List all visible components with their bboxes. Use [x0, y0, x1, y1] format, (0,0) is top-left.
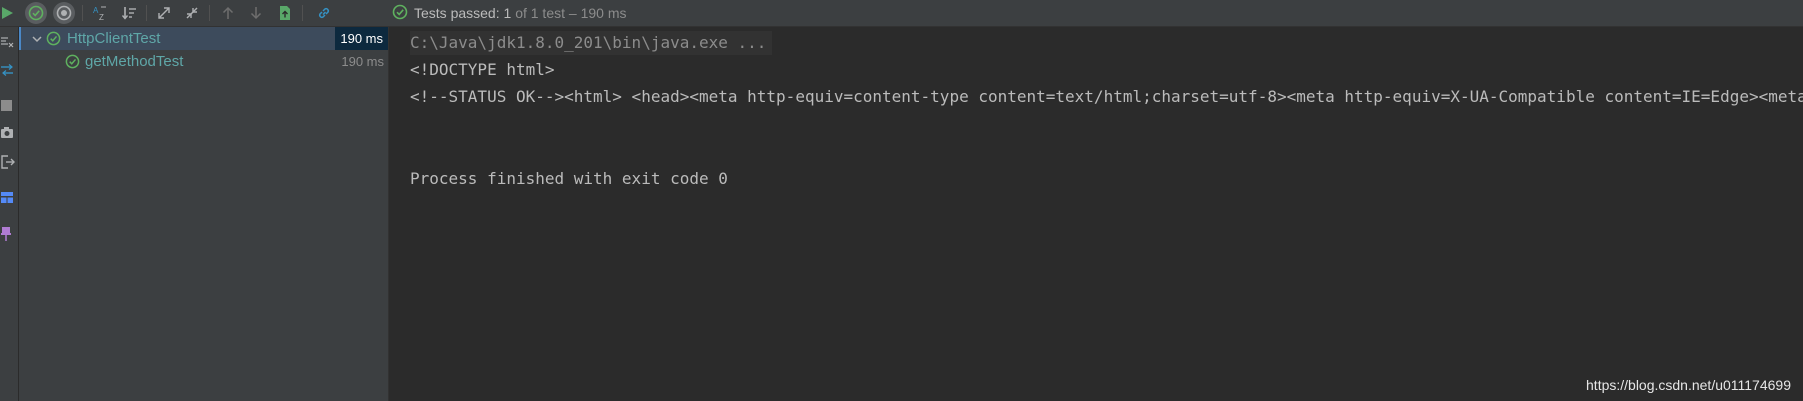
pin-icon[interactable] [0, 226, 16, 242]
show-ignored-icon[interactable] [53, 2, 75, 24]
camera-icon[interactable] [0, 125, 16, 141]
link-icon[interactable] [313, 2, 335, 24]
tree-row-root[interactable]: HttpClientTest 190 ms [19, 27, 388, 50]
toolbar-separator [146, 5, 147, 21]
status-label: Tests passed: [414, 5, 500, 21]
passed-check-icon [392, 4, 408, 23]
test-results-tree: HttpClientTest 190 ms getMethodTest 190 … [19, 27, 389, 401]
console-line: <!DOCTYPE html> [410, 60, 555, 79]
console-line: <!--STATUS OK--><html> <head><meta http-… [410, 87, 1803, 106]
toolbar-separator [82, 5, 83, 21]
toolbar-separator [302, 5, 303, 21]
rerun-icon[interactable] [0, 2, 18, 24]
passed-check-icon [46, 31, 61, 46]
export-results-icon[interactable] [274, 2, 296, 24]
tree-row-child[interactable]: getMethodTest 190 ms [19, 50, 388, 73]
expand-all-icon[interactable] [153, 2, 175, 24]
console-exit-line: Process finished with exit code 0 [410, 169, 728, 188]
test-runner-toolbar: AZ Tests passed: 1 of 1 test – 190 ms [0, 0, 1803, 27]
format-icon[interactable] [0, 34, 16, 50]
console-output[interactable]: C:\Java\jdk1.8.0_201\bin\java.exe ... <!… [390, 27, 1803, 401]
previous-test-icon[interactable] [217, 2, 239, 24]
layout-icon[interactable] [0, 190, 16, 206]
console-command-line[interactable]: C:\Java\jdk1.8.0_201\bin\java.exe ... [410, 31, 773, 55]
show-passed-icon[interactable] [25, 2, 47, 24]
selection-marker [19, 27, 21, 50]
stop-icon[interactable] [0, 98, 16, 114]
console-side-toolbar [0, 27, 18, 401]
tree-item-label: getMethodTest [85, 53, 184, 70]
sort-by-duration-icon[interactable] [118, 2, 140, 24]
svg-text:Z: Z [99, 13, 104, 21]
sort-alphabetically-icon[interactable]: AZ [89, 2, 111, 24]
tree-item-time: 190 ms [341, 54, 384, 69]
chevron-down-icon[interactable] [31, 33, 45, 45]
status-time: – 190 ms [568, 5, 627, 21]
collapse-all-icon[interactable] [181, 2, 203, 24]
status-count: 1 [503, 5, 512, 21]
status-of-total: of 1 test [515, 5, 565, 21]
toolbar-separator [209, 5, 210, 21]
exit-icon[interactable] [0, 154, 16, 170]
passed-check-icon [65, 54, 80, 69]
tree-item-time: 190 ms [335, 27, 388, 50]
next-test-icon[interactable] [245, 2, 267, 24]
test-status: Tests passed: 1 of 1 test – 190 ms [392, 0, 626, 26]
tree-item-label: HttpClientTest [67, 30, 161, 47]
watermark: https://blog.csdn.net/u011174699 [1586, 377, 1791, 393]
soft-wrap-icon[interactable] [0, 62, 16, 78]
